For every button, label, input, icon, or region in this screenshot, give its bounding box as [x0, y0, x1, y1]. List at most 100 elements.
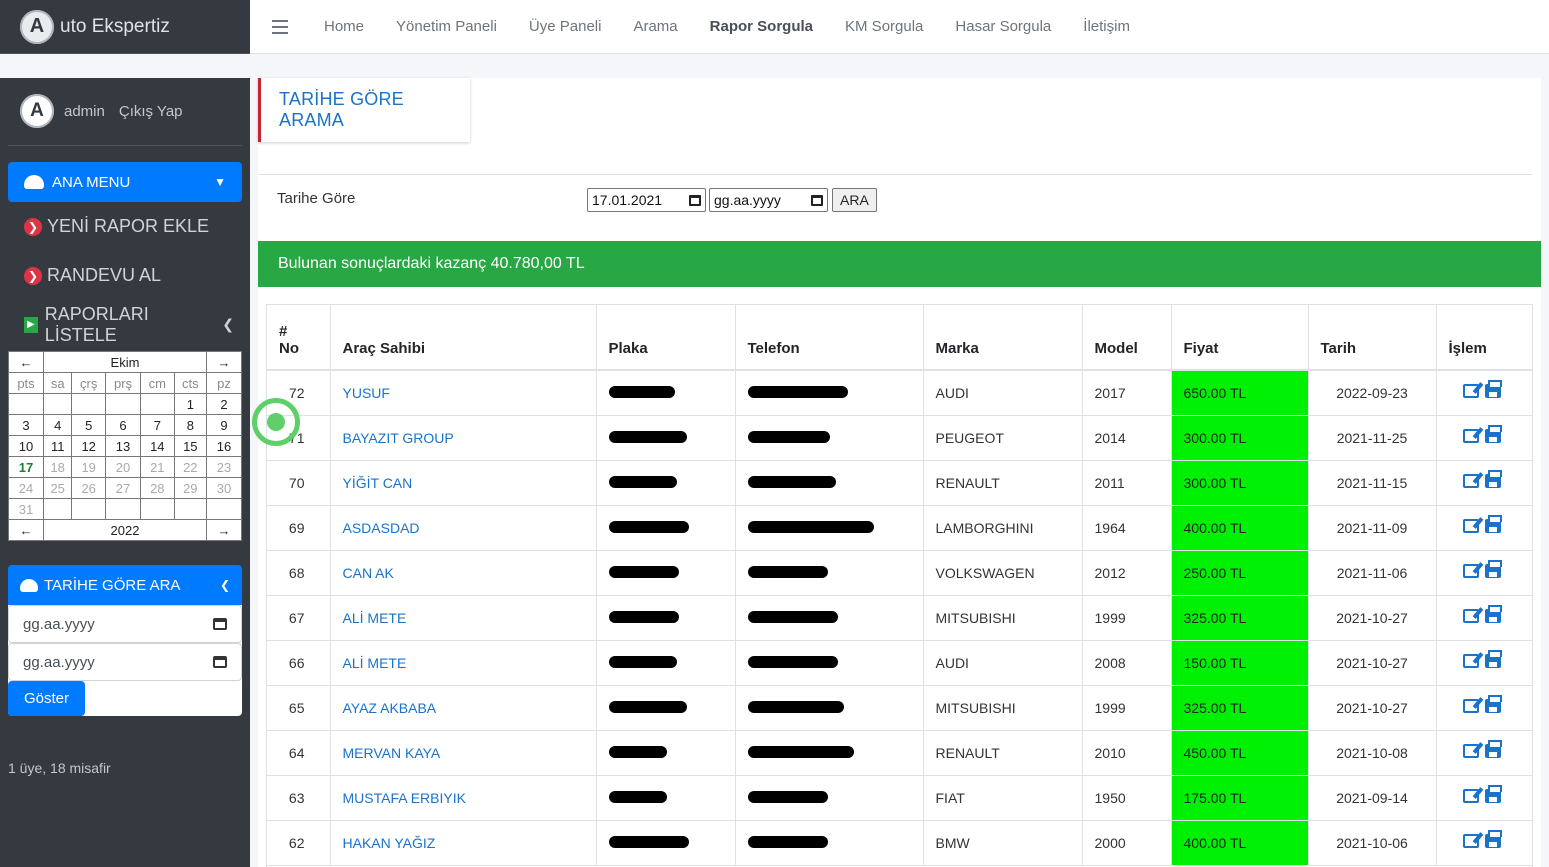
calendar-day[interactable]: 27 [105, 477, 141, 499]
calendar-day[interactable]: 22 [173, 456, 208, 478]
calendar-day[interactable]: 16 [206, 435, 242, 457]
col-no[interactable]: # No [267, 305, 331, 371]
edit-icon[interactable] [1462, 429, 1479, 443]
calendar-day[interactable]: 24 [8, 477, 44, 499]
calendar-day[interactable]: 18 [42, 456, 73, 478]
col-date[interactable]: Tarih [1308, 305, 1437, 371]
nav-damage-query[interactable]: Hasar Sorgula [939, 18, 1067, 35]
show-button[interactable]: Göster [8, 681, 86, 716]
nav-admin-panel[interactable]: Yönetim Paneli [380, 18, 513, 35]
calendar-prev-month-button[interactable]: ← [8, 351, 44, 373]
calendar-day[interactable]: 12 [71, 435, 107, 457]
print-icon[interactable] [1484, 425, 1502, 443]
edit-icon[interactable] [1462, 744, 1479, 758]
calendar-next-year-button[interactable]: → [206, 519, 242, 541]
cell-owner-link[interactable]: YİĞİT CAN [330, 460, 597, 506]
cell-owner-link[interactable]: ASDASDAD [330, 505, 597, 551]
calendar-day[interactable]: 26 [71, 477, 107, 499]
calendar-day[interactable]: 10 [8, 435, 44, 457]
col-plate[interactable]: Plaka [596, 305, 736, 371]
calendar-icon[interactable] [689, 194, 701, 206]
calendar-day[interactable]: 15 [173, 435, 208, 457]
calendar-icon[interactable] [213, 618, 227, 630]
calendar-day[interactable]: 7 [139, 414, 175, 436]
hamburger-menu-icon[interactable] [272, 19, 288, 34]
cell-owner-link[interactable]: MERVAN KAYA [330, 730, 597, 776]
edit-icon[interactable] [1462, 519, 1479, 533]
calendar-day[interactable]: 21 [139, 456, 175, 478]
nav-home[interactable]: Home [308, 18, 380, 35]
col-price[interactable]: Fiyat [1171, 305, 1309, 371]
calendar-day[interactable]: 1 [173, 393, 208, 415]
print-icon[interactable] [1484, 515, 1502, 533]
calendar-day[interactable]: 13 [105, 435, 141, 457]
brand[interactable]: A uto Ekspertiz [0, 0, 250, 54]
col-model[interactable]: Model [1082, 305, 1172, 371]
calendar-day[interactable]: 31 [8, 498, 44, 520]
logout-link[interactable]: Çıkış Yap [119, 103, 183, 120]
whatsapp-icon[interactable] [252, 398, 300, 446]
calendar-day[interactable]: 25 [42, 477, 73, 499]
calendar-day[interactable]: 23 [206, 456, 242, 478]
sidebar-item-list-reports[interactable]: ▶ RAPORLARI LİSTELE ❮ [0, 300, 250, 349]
calendar-day[interactable]: 30 [206, 477, 242, 499]
calendar-prev-year-button[interactable]: ← [8, 519, 44, 541]
date-from-input[interactable]: gg.aa.yyyy [8, 605, 242, 643]
edit-icon[interactable] [1462, 699, 1479, 713]
nav-km-query[interactable]: KM Sorgula [829, 18, 939, 35]
calendar-day[interactable]: 3 [8, 414, 44, 436]
calendar-day[interactable]: 4 [42, 414, 73, 436]
calendar-day[interactable]: 6 [105, 414, 141, 436]
edit-icon[interactable] [1462, 384, 1479, 399]
nav-contact[interactable]: İletişim [1067, 18, 1146, 35]
col-phone[interactable]: Telefon [735, 305, 924, 371]
calendar-day[interactable]: 29 [173, 477, 208, 499]
calendar-day[interactable]: 8 [173, 414, 208, 436]
cell-owner-link[interactable]: ALİ METE [330, 640, 597, 686]
cell-owner-link[interactable]: HAKAN YAĞIZ [330, 820, 597, 866]
cell-owner-link[interactable]: ALİ METE [330, 595, 597, 641]
main-menu-header[interactable]: ANA MENU ▼ [8, 162, 242, 202]
calendar-day[interactable]: 2 [206, 393, 242, 415]
print-icon[interactable] [1484, 380, 1502, 399]
calendar-icon[interactable] [811, 194, 823, 206]
date-search-header[interactable]: TARİHE GÖRE ARA ❮ [8, 565, 242, 605]
cell-owner-link[interactable]: BAYAZIT GROUP [330, 415, 597, 461]
cell-owner-link[interactable]: YUSUF [330, 370, 597, 416]
calendar-day[interactable]: 5 [71, 414, 107, 436]
edit-icon[interactable] [1462, 834, 1479, 848]
nav-report-query[interactable]: Rapor Sorgula [694, 18, 829, 35]
calendar-icon[interactable] [213, 656, 227, 668]
calendar-day[interactable]: 20 [105, 456, 141, 478]
print-icon[interactable] [1484, 785, 1502, 803]
edit-icon[interactable] [1462, 789, 1479, 803]
print-icon[interactable] [1484, 740, 1502, 758]
print-icon[interactable] [1484, 830, 1502, 848]
user-name[interactable]: admin [64, 103, 105, 120]
print-icon[interactable] [1484, 470, 1502, 488]
print-icon[interactable] [1484, 650, 1502, 668]
cell-owner-link[interactable]: AYAZ AKBABA [330, 685, 597, 731]
calendar-day[interactable]: 14 [139, 435, 175, 457]
date-to-input[interactable]: gg.aa.yyyy [8, 643, 242, 681]
calendar-day[interactable]: 11 [42, 435, 73, 457]
col-brand[interactable]: Marka [923, 305, 1083, 371]
nav-search[interactable]: Arama [617, 18, 693, 35]
edit-icon[interactable] [1462, 654, 1479, 668]
edit-icon[interactable] [1462, 564, 1479, 578]
calendar-day[interactable]: 9 [206, 414, 242, 436]
calendar-next-month-button[interactable]: → [206, 351, 242, 373]
sidebar-item-new-report[interactable]: ❯ YENİ RAPOR EKLE [0, 202, 250, 251]
sidebar-item-appointment[interactable]: ❯ RANDEVU AL [0, 251, 250, 300]
calendar-day[interactable]: 19 [71, 456, 107, 478]
print-icon[interactable] [1484, 560, 1502, 578]
date-to-field[interactable]: gg.aa.yyyy [709, 188, 828, 212]
date-from-field[interactable]: 17.01.2021 [587, 188, 706, 212]
calendar-day[interactable]: 28 [139, 477, 175, 499]
search-button[interactable]: ARA [832, 188, 877, 212]
edit-icon[interactable] [1462, 474, 1479, 488]
print-icon[interactable] [1484, 605, 1502, 623]
nav-member-panel[interactable]: Üye Paneli [513, 18, 618, 35]
col-owner[interactable]: Araç Sahibi [330, 305, 597, 371]
print-icon[interactable] [1484, 695, 1502, 713]
